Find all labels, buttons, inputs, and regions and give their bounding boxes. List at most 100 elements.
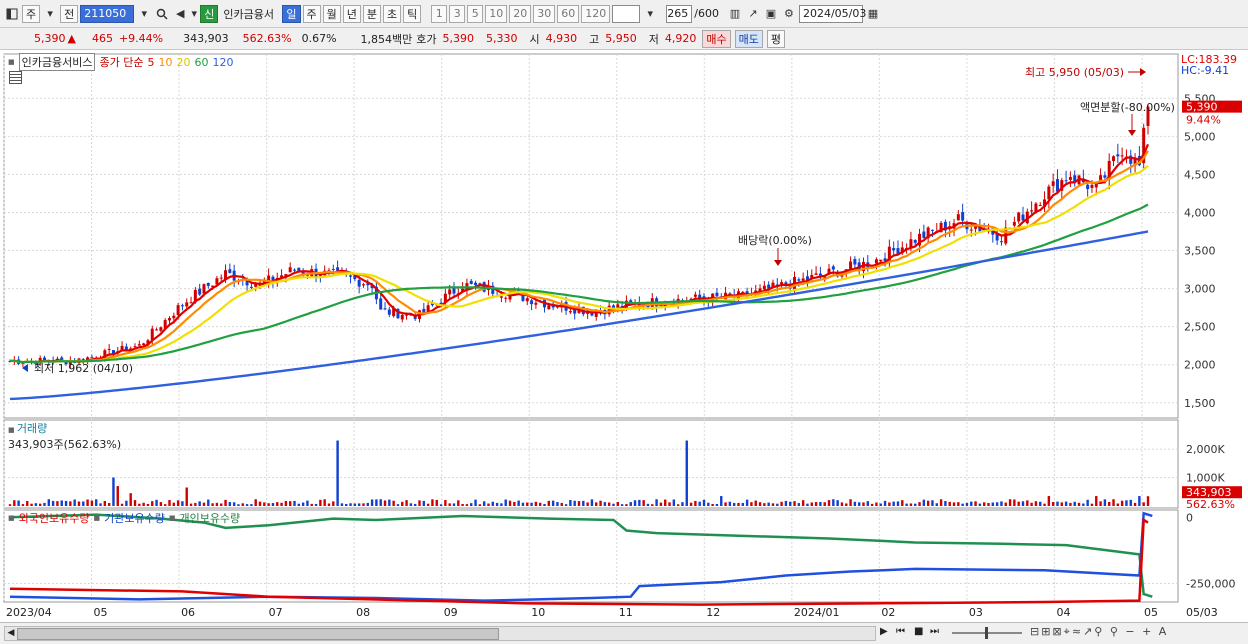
volume-bar [978,503,982,506]
eval-button[interactable]: 평 [766,29,786,48]
volume-bar [789,501,792,506]
tab-tick[interactable]: 틱 [403,4,422,23]
tool-icons[interactable]: ⊟⊞⊠⌖≈↗⚲ ⚲ − + A [1030,625,1168,639]
volume-bar [357,503,361,506]
speaker-icon[interactable]: ◀ [172,5,188,23]
volume-panel[interactable] [3,419,1179,509]
zoom-slider-thumb[interactable] [985,627,988,639]
stop-icon[interactable]: ■ [914,626,923,637]
candle-body [387,309,391,315]
volume-bar [267,503,270,506]
volume-bar [651,504,654,506]
scrollbar-thumb[interactable] [17,628,499,640]
volume-bar [603,502,607,506]
time-axis-label: 03 [969,606,983,619]
volume-bar [142,502,145,506]
volume-bar [901,500,904,506]
volume-bar [125,500,128,506]
volume-bar [168,500,171,506]
candle-body [1064,180,1068,182]
tab-month[interactable]: 월 [322,4,341,23]
forward-icon[interactable]: ⏭ [930,626,939,637]
tab-second[interactable]: 초 [383,4,402,23]
chevron-down-icon[interactable]: ▾ [42,5,58,23]
candle-body [254,284,258,287]
candle-body [969,229,973,231]
tab-year[interactable]: 년 [342,4,361,23]
rewind-icon[interactable]: ⏮ [896,626,905,637]
interval-30[interactable]: 30 [533,4,556,23]
interval-60[interactable]: 60 [557,4,580,23]
volume-bar [21,504,25,506]
interval-120[interactable]: 120 [581,4,611,23]
interval-10[interactable]: 10 [485,4,508,23]
volume-bar [771,503,775,506]
horizontal-scrollbar[interactable]: ◀ [4,626,876,641]
buy-button[interactable]: 매수 [702,29,731,48]
holding-tick-label: -250,000 [1186,577,1235,590]
volume-bar [17,500,20,506]
tab-minute[interactable]: 분 [362,4,381,23]
candle-body [400,314,404,320]
count-input[interactable]: 265 [666,4,693,23]
volume-bar [439,504,443,506]
scroll-left-icon[interactable]: ◀ [5,627,17,640]
volume-bar [556,502,559,506]
volume-bar [508,500,512,506]
volume-legend: ■ 거래량 343,903주(562.63%) [8,420,121,452]
save-icon[interactable]: ▣ [763,5,779,23]
volume-bar [120,503,124,506]
volume-bar [129,493,132,506]
sell-button[interactable]: 매도 [734,29,763,48]
tab-day[interactable]: 일 [282,4,301,23]
volume-bar [288,501,292,506]
chart-area[interactable]: 5,500 5,000 4,500 4,000 3,500 3,000 2,500 2,000… [0,50,1248,622]
volume-bar [879,503,882,506]
search-icon[interactable] [154,5,170,23]
volume-bar [280,502,283,506]
stock-code-input[interactable]: 211050 [80,4,135,23]
chevron-down-icon[interactable]: ▾ [642,5,658,23]
price-tick-label: 5,000 [1184,130,1216,143]
volume-bar [896,501,900,506]
gear-icon[interactable]: ⚙ [781,5,797,23]
volume-bar [151,501,154,506]
interval-20[interactable]: 20 [509,4,532,23]
interval-custom-input[interactable] [612,4,641,23]
interval-3[interactable]: 3 [449,4,466,23]
candle-icon[interactable]: ▥ [727,5,743,23]
holding-legend: ■ 외국인보유수량 ■ 기관보유수량 ■ 개인보유수량 [8,510,240,526]
volume-bar [1073,501,1076,506]
calendar-icon[interactable]: ▦ [865,5,881,23]
date-input[interactable]: 2024/05/03 [798,4,866,23]
layout-icon[interactable] [4,5,20,23]
volume-bar [1103,499,1107,506]
volume-bar [1064,501,1068,506]
volume-title-text: 거래량 [16,422,48,435]
time-axis-label: 07 [269,606,283,619]
stock-name-box[interactable]: 인카금융서비스 [18,53,96,71]
candle-body [1068,177,1072,180]
ma-title: 종가 단순 [99,56,144,69]
volume-bar [620,504,624,506]
chevron-down-icon[interactable]: ▾ [190,5,198,23]
interval-1[interactable]: 1 [431,4,448,23]
volume-bar [957,502,960,506]
prev-button[interactable]: 전 [60,4,79,23]
price-change-pct: +9.44% [118,32,164,45]
chevron-down-icon[interactable]: ▾ [136,5,152,23]
volume-bar [633,500,637,506]
draw-icon[interactable]: ↗ [745,5,761,23]
volume-bar [836,500,839,506]
table-icon[interactable] [9,71,22,84]
low-annotation: 최저 1,962 (04/10) [34,362,133,375]
volume-bar [258,501,262,506]
volume-bar [922,499,926,506]
tab-week[interactable]: 주 [302,4,321,23]
volume-bar [607,502,611,506]
price-tick-label: 2,500 [1184,321,1216,334]
period-unit-button[interactable]: 주 [22,4,41,23]
interval-5[interactable]: 5 [467,4,484,23]
stock-chart-svg[interactable]: 5,5005,0004,5004,0003,5003,0002,5002,000… [0,50,1248,622]
scroll-right-icon[interactable]: ▶ [880,626,888,637]
